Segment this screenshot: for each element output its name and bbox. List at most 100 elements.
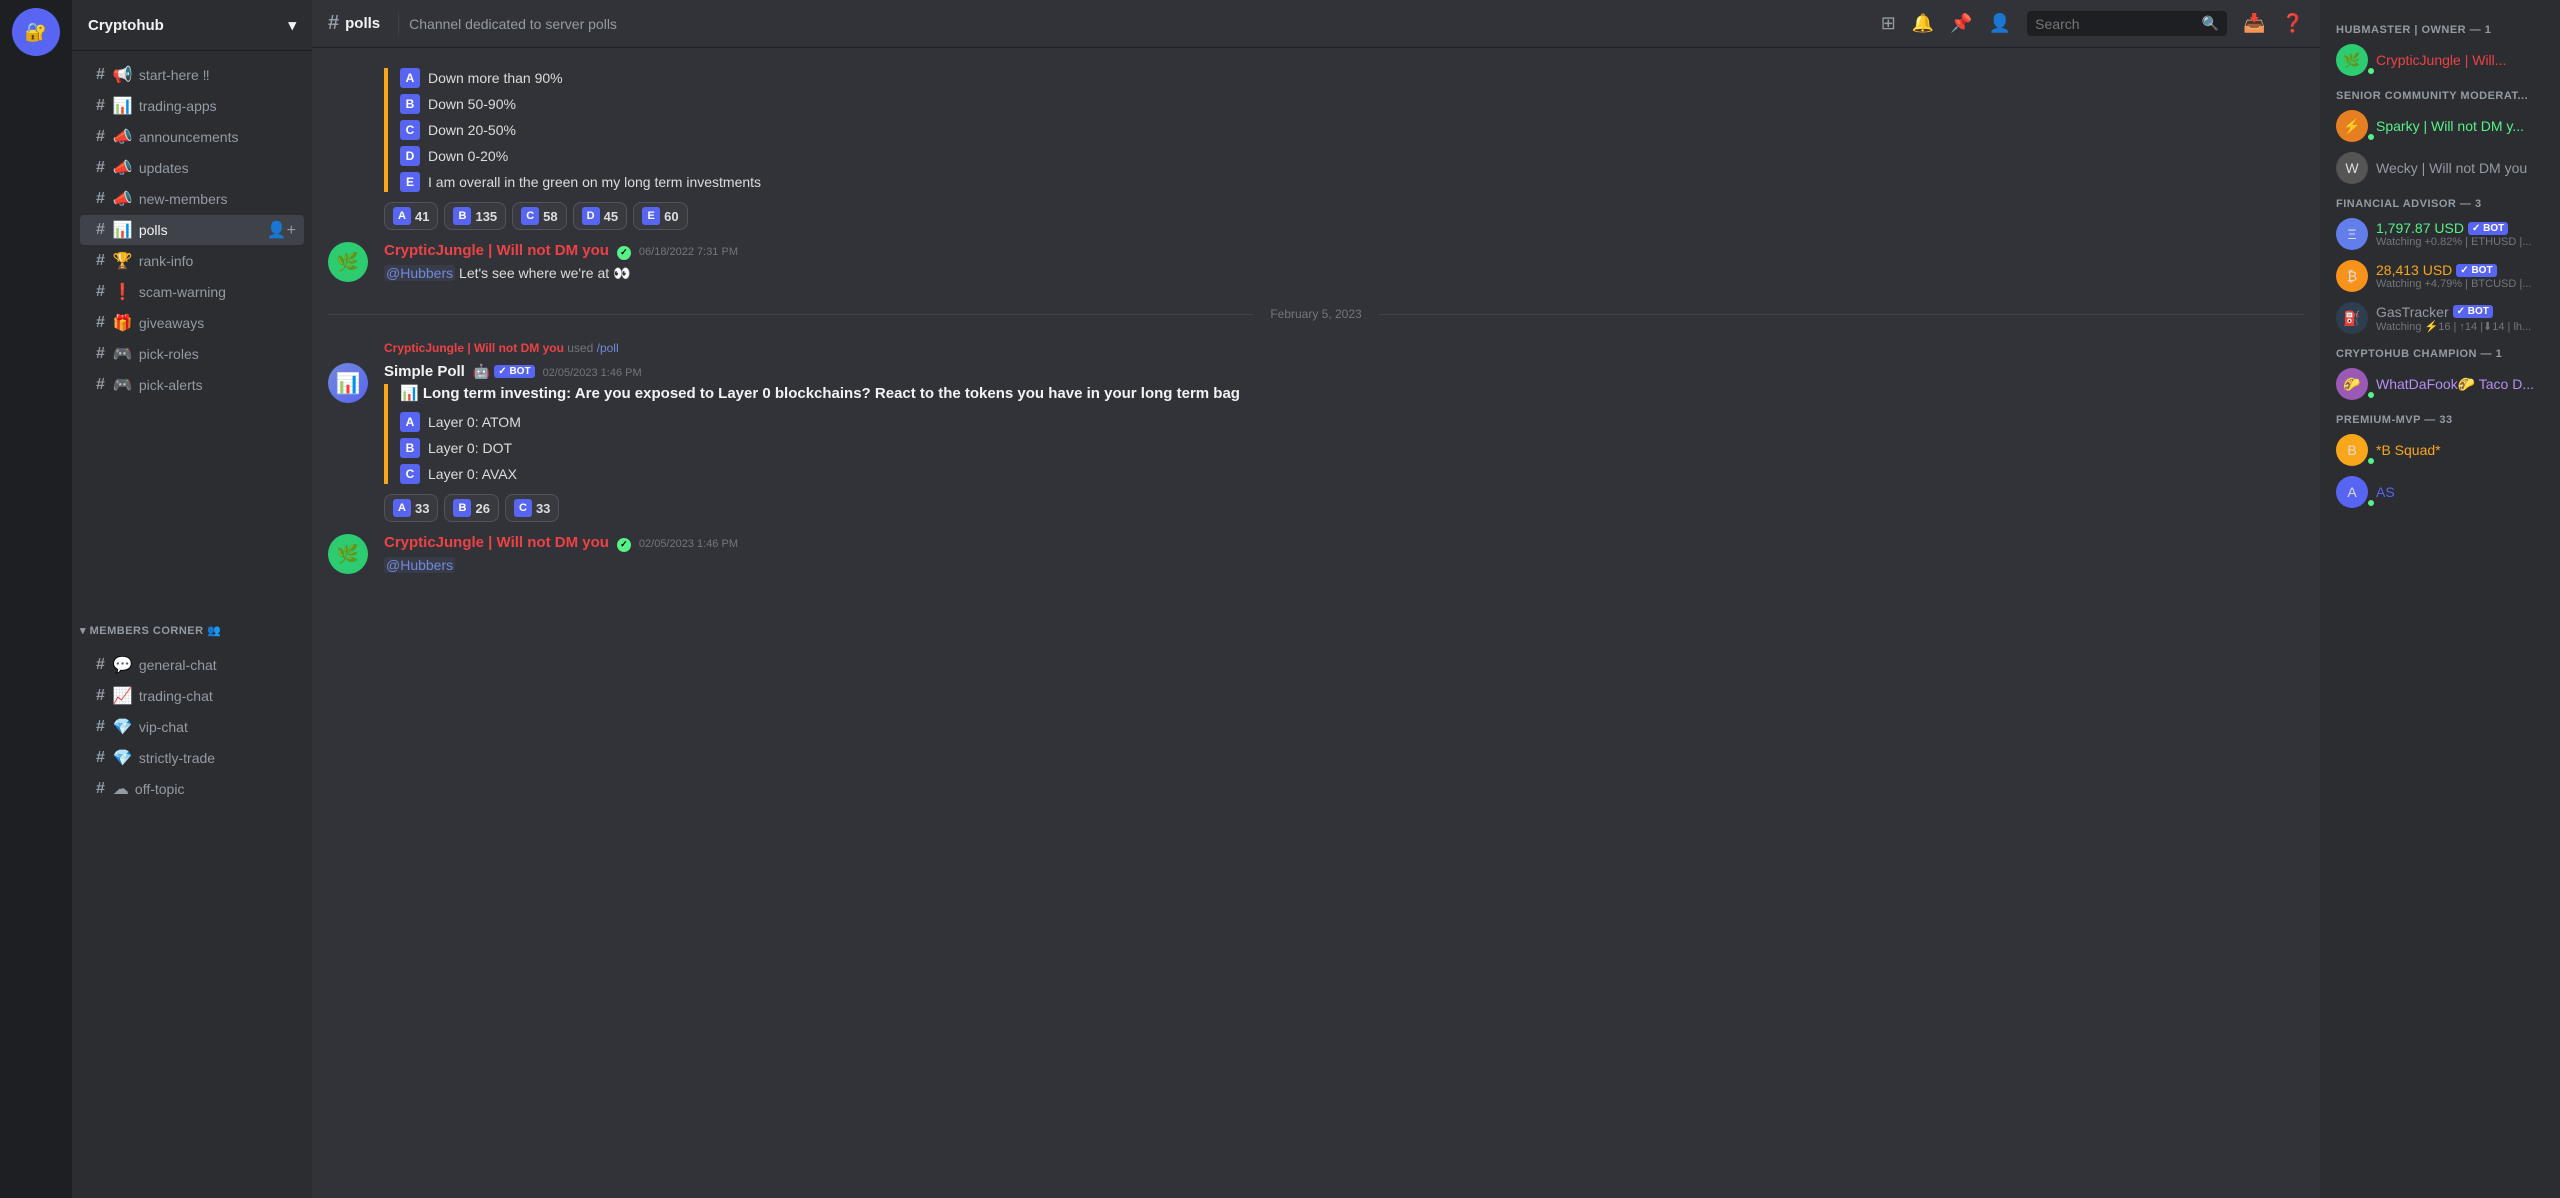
- poll2-timestamp: 02/05/2023 1:46 PM: [543, 367, 642, 379]
- reaction-poll1-a[interactable]: A41: [384, 202, 438, 230]
- member-item[interactable]: Ξ 1,797.87 USD ✓ BOT Watching +0.82% | E…: [2328, 214, 2552, 254]
- bot-badge-member: ✓ BOT: [2468, 222, 2508, 235]
- avatar-simplepoll: 📊: [328, 363, 368, 403]
- poll-option-text: Down 0-20%: [428, 148, 508, 164]
- sidebar-item-strictly-trade[interactable]: #💎strictly-trade: [80, 743, 304, 773]
- sidebar-item-vip-chat[interactable]: #💎vip-chat: [80, 712, 304, 742]
- poll-option-text: Down 20-50%: [428, 122, 516, 138]
- sidebar-item-general-chat[interactable]: #💬general-chat: [80, 650, 304, 680]
- member-avatar-wrap: A: [2336, 476, 2376, 508]
- poll-letter-e: E: [400, 172, 420, 192]
- reaction-poll1-e[interactable]: E 60: [633, 202, 687, 230]
- member-avatar-wrap: Ξ: [2336, 218, 2376, 250]
- channel-list: #📢start-here ‼#📊trading-apps#📣announceme…: [72, 51, 312, 608]
- add-user-icon[interactable]: 👤+: [267, 220, 296, 240]
- member-info: Wecky | Will not DM you: [2376, 160, 2527, 176]
- reaction-letter: D: [582, 207, 600, 225]
- hashtag-icon[interactable]: ⊞: [1881, 13, 1896, 34]
- member-item[interactable]: ₿ 28,413 USD ✓ BOT Watching +4.79% | BTC…: [2328, 256, 2552, 296]
- help-icon[interactable]: ❓: [2282, 13, 2304, 34]
- ch-emoji-trading-chat: 📈: [113, 686, 133, 706]
- member-item[interactable]: W Wecky | Will not DM you: [2328, 148, 2552, 188]
- sidebar-item-giveaways[interactable]: #🎁giveaways: [80, 308, 304, 338]
- member-info: GasTracker ✓ BOT Watching ⚡16 | ↑14 |⬇14…: [2376, 304, 2531, 333]
- poll2-letter-c: C: [400, 464, 420, 484]
- ch-emoji-pick-roles: 🎮: [113, 344, 133, 364]
- sidebar-item-off-topic[interactable]: #☁off-topic: [80, 774, 304, 804]
- sidebar-item-start-here[interactable]: #📢start-here ‼: [80, 60, 304, 90]
- member-item[interactable]: B *B Squad*: [2328, 430, 2552, 470]
- poll2-option-text: Layer 0: AVAX: [428, 466, 517, 482]
- reaction-letter: E: [642, 207, 660, 225]
- member-sub: Watching ⚡16 | ↑14 |⬇14 | lh...: [2376, 320, 2531, 333]
- sidebar-item-updates[interactable]: #📣updates: [80, 153, 304, 183]
- sidebar-item-pick-alerts[interactable]: #🎮pick-alerts: [80, 370, 304, 400]
- sidebar-item-scam-warning[interactable]: #❗scam-warning: [80, 277, 304, 307]
- poll-letter-d: D: [400, 146, 420, 166]
- member-avatar: ⚡: [2336, 110, 2368, 142]
- reaction-count: 33: [536, 501, 550, 516]
- search-icon: 🔍: [2202, 15, 2219, 32]
- server-header[interactable]: Cryptohub ▾: [72, 0, 312, 51]
- poll-message-group-1: ADown more than 90%BDown 50-90%CDown 20-…: [312, 64, 2320, 234]
- bot-badge-member: ✓ BOT: [2456, 264, 2496, 277]
- poll2-option-b: BLayer 0: DOT: [400, 438, 2304, 458]
- header-divider: [398, 12, 399, 36]
- message-group-2: 🌿 CrypticJungle | Will not DM you ✓ 02/0…: [312, 530, 2320, 579]
- sidebar-item-new-members[interactable]: #📣new-members: [80, 184, 304, 214]
- reaction-poll1-c[interactable]: C58: [512, 202, 566, 230]
- message-timestamp-2: 02/05/2023 1:46 PM: [639, 538, 738, 550]
- hash-icon-off-topic: #: [96, 780, 105, 798]
- member-item[interactable]: ⚡ Sparky | Will not DM y...: [2328, 106, 2552, 146]
- poll2-option-c: C Layer 0: AVAX: [400, 464, 2304, 484]
- notification-icon[interactable]: 🔔: [1912, 13, 1934, 34]
- member-avatar: 🌿: [2336, 44, 2368, 76]
- member-avatar: Ξ: [2336, 218, 2368, 250]
- ch-label-trading-apps: trading-apps: [139, 98, 217, 114]
- sidebar-item-trading-chat[interactable]: #📈trading-chat: [80, 681, 304, 711]
- member-name: Wecky | Will not DM you: [2376, 160, 2527, 176]
- pin-icon[interactable]: 📌: [1950, 13, 1972, 34]
- message-group-1: 🌿 CrypticJungle | Will not DM you ✓ 06/1…: [312, 238, 2320, 287]
- reaction-count: 60: [664, 209, 678, 224]
- search-input[interactable]: [2035, 16, 2202, 32]
- sidebar-item-pick-roles[interactable]: #🎮pick-roles: [80, 339, 304, 369]
- server-name: Cryptohub: [88, 17, 164, 34]
- reaction-letter: A: [393, 207, 411, 225]
- sidebar-item-rank-info[interactable]: #🏆rank-info: [80, 246, 304, 276]
- poll2-reactions[interactable]: A33B26C33: [384, 494, 2304, 522]
- sidebar-item-polls[interactable]: #📊polls👤+: [80, 215, 304, 245]
- ch-emoji-strictly-trade: 💎: [113, 748, 133, 768]
- hash-icon-scam-warning: #: [96, 283, 105, 301]
- message-header-1: CrypticJungle | Will not DM you ✓ 06/18/…: [384, 242, 2304, 260]
- sidebar-item-announcements[interactable]: #📣announcements: [80, 122, 304, 152]
- ch-emoji-polls: 📊: [113, 220, 133, 240]
- verified-badge-2: ✓: [617, 538, 631, 552]
- reaction-poll1-b[interactable]: B135: [444, 202, 506, 230]
- date-separator: February 5, 2023: [312, 291, 2320, 337]
- poll2-header: Simple Poll 🤖 ✓ BOT 02/05/2023 1:46 PM: [384, 363, 2304, 380]
- member-item[interactable]: 🌿 CrypticJungle | Will...: [2328, 40, 2552, 80]
- poll-reactions-1[interactable]: A41B135C58D45 E 60: [384, 202, 2304, 230]
- sidebar-item-trading-apps[interactable]: #📊trading-apps: [80, 91, 304, 121]
- server-icon[interactable]: 🔐: [12, 8, 60, 56]
- ch-label-pick-alerts: pick-alerts: [139, 377, 203, 393]
- reaction-poll1-d[interactable]: D45: [573, 202, 627, 230]
- reaction-poll2-b[interactable]: B26: [444, 494, 498, 522]
- inbox-icon[interactable]: 📥: [2243, 13, 2265, 34]
- reaction-poll2-c[interactable]: C33: [505, 494, 559, 522]
- hash-icon-updates: #: [96, 159, 105, 177]
- member-item[interactable]: A AS: [2328, 472, 2552, 512]
- member-item[interactable]: 🌮 WhatDaFook🌮 Taco D...: [2328, 364, 2552, 404]
- ch-label-new-members: new-members: [139, 191, 228, 207]
- search-bar[interactable]: 🔍: [2027, 11, 2227, 36]
- member-avatar-wrap: ⛽: [2336, 302, 2376, 334]
- hash-icon-pick-roles: #: [96, 345, 105, 363]
- member-name: CrypticJungle | Will...: [2376, 52, 2506, 68]
- right-panel: HUBMASTER | OWNER — 1 🌿 CrypticJungle | …: [2320, 0, 2560, 1198]
- reaction-letter: B: [453, 207, 471, 225]
- online-status-dot: [2366, 66, 2376, 76]
- member-item[interactable]: ⛽ GasTracker ✓ BOT Watching ⚡16 | ↑14 |⬇…: [2328, 298, 2552, 338]
- reaction-poll2-a[interactable]: A33: [384, 494, 438, 522]
- members-icon[interactable]: 👤: [1989, 13, 2011, 34]
